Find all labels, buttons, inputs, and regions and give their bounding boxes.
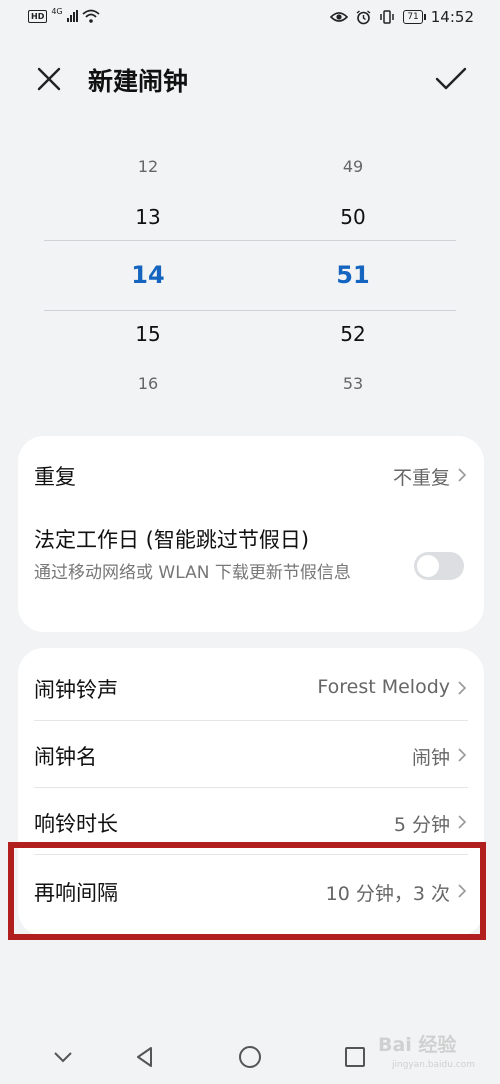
vibrate-icon [380,10,395,24]
repeat-value: 不重复 [392,467,450,489]
picker-divider-top [44,240,456,241]
ring-duration-label: 响铃时长 [34,812,118,836]
alarm-name-label: 闹钟名 [34,745,97,769]
workday-label: 法定工作日 (智能跳过节假日) [34,528,310,552]
hour-option[interactable]: 12 [88,157,208,176]
chevron-right-icon [458,815,467,829]
alarm-name-row[interactable]: 闹钟名 闹钟 [18,721,484,787]
chevron-right-icon [458,681,467,695]
workday-toggle[interactable] [414,552,464,580]
status-right: 71 14:52 [330,8,474,26]
signal-icon [66,10,78,22]
eye-icon [330,12,349,22]
home-icon[interactable] [237,1044,263,1070]
highlight-box [8,842,486,940]
recents-icon[interactable] [342,1044,368,1070]
ringtone-row[interactable]: 闹钟铃声 Forest Melody [18,648,484,720]
status-bar: HD 4G 71 14:52 [0,0,500,38]
check-icon[interactable] [434,64,468,94]
repeat-label: 重复 [34,465,76,489]
ringtone-label: 闹钟铃声 [34,678,118,702]
back-icon[interactable] [132,1044,158,1070]
time-picker[interactable]: 12 13 14 15 16 49 50 51 52 53 [0,140,500,410]
minute-option[interactable]: 50 [293,205,413,229]
close-icon[interactable] [34,64,64,94]
hour-option[interactable]: 15 [88,322,208,346]
minute-option[interactable]: 52 [293,322,413,346]
watermark-url: jingyan.baidu.com [392,1060,476,1070]
chevron-down-icon[interactable] [50,1044,76,1070]
repeat-card: 重复 不重复 法定工作日 (智能跳过节假日) 通过移动网络或 WLAN 下载更新… [18,436,484,632]
alarm-icon [356,9,371,24]
clock: 14:52 [430,8,474,26]
hour-selected[interactable]: 14 [88,261,208,289]
minute-option[interactable]: 49 [293,157,413,176]
ringtone-value: Forest Melody [317,676,450,698]
network-type: 4G [51,6,63,16]
alarm-name-value: 闹钟 [411,747,450,769]
chevron-right-icon [458,748,467,762]
repeat-row[interactable]: 重复 不重复 [18,436,484,512]
workday-row[interactable]: 法定工作日 (智能跳过节假日) 通过移动网络或 WLAN 下载更新节假信息 [18,512,484,632]
hd-badge: HD [28,9,48,23]
minute-option[interactable]: 53 [293,374,413,393]
picker-divider-bottom [44,310,456,311]
hour-option[interactable]: 16 [88,374,208,393]
title-bar: 新建闹钟 [0,52,500,104]
hour-option[interactable]: 13 [88,205,208,229]
status-left: HD 4G [28,6,100,23]
workday-description: 通过移动网络或 WLAN 下载更新节假信息 [34,563,351,583]
ring-duration-value: 5 分钟 [393,814,450,836]
battery-icon: 71 [403,10,427,24]
minute-selected[interactable]: 51 [293,261,413,289]
watermark-logo: Bai 经验 [378,1034,457,1056]
toggle-knob [417,555,439,577]
chevron-right-icon [458,468,467,482]
page-title: 新建闹钟 [88,67,189,96]
wifi-icon [82,9,100,23]
